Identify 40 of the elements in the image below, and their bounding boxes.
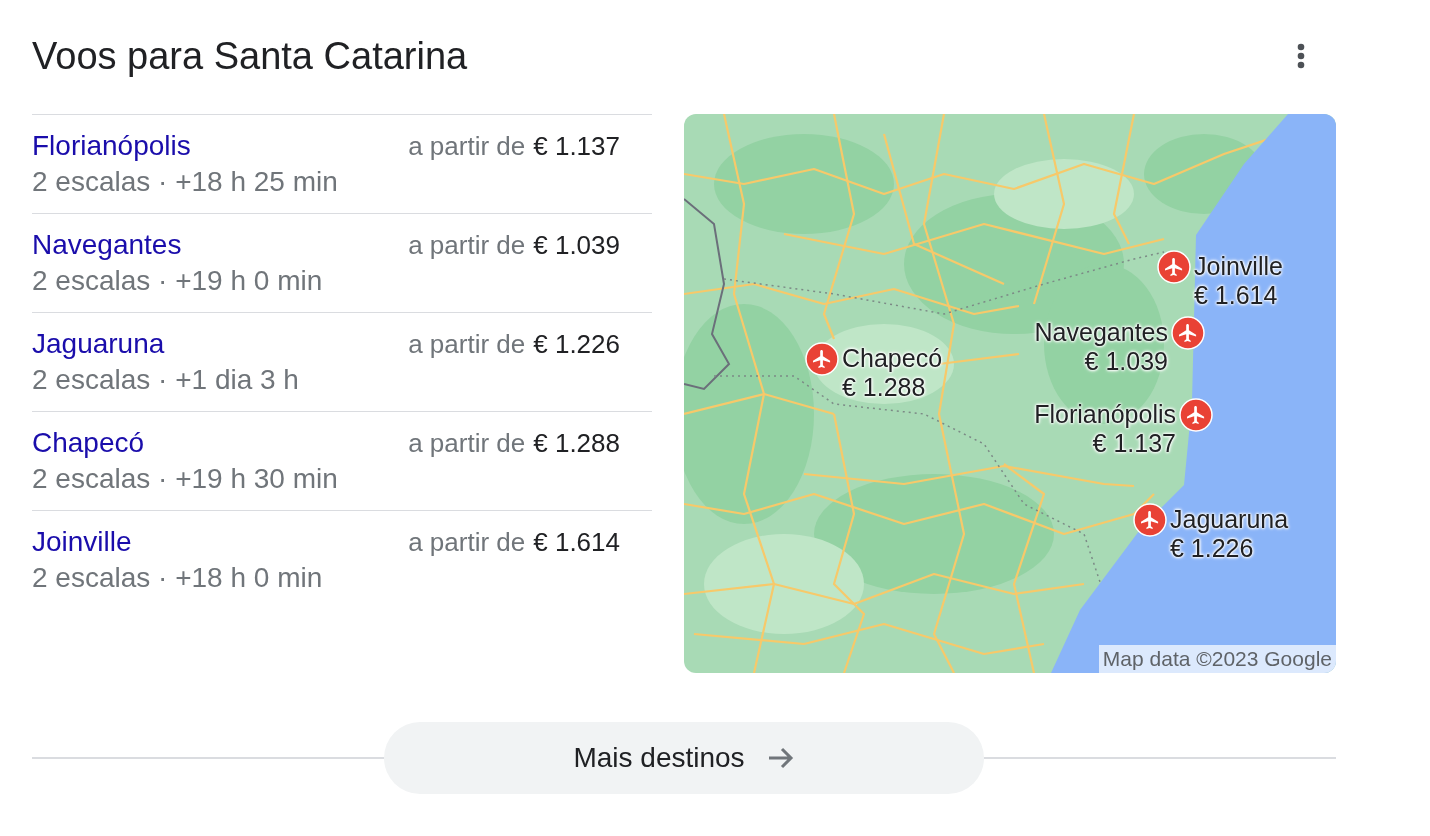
airplane-marker-icon[interactable]	[805, 342, 839, 376]
price-value: € 1.614	[533, 526, 620, 559]
destination-link[interactable]: Florianópolis	[32, 128, 191, 164]
airplane-marker-icon[interactable]	[1157, 250, 1191, 284]
map-attribution: Map data ©2023 Google	[1098, 645, 1336, 673]
flight-details: 2 escalas · +18 h 0 min	[32, 561, 323, 595]
place-name-label: Joinville	[1194, 252, 1283, 281]
more-vert-icon	[1297, 43, 1305, 69]
place-price-label: € 1.614	[1194, 281, 1278, 310]
place-price-label: € 1.226	[1170, 534, 1254, 563]
price-value: € 1.226	[533, 328, 620, 361]
price-value: € 1.288	[533, 427, 620, 460]
card-title: Voos para Santa Catarina	[32, 34, 468, 79]
place-name-label: Chapecó	[842, 344, 943, 373]
airplane-marker-icon[interactable]	[1171, 316, 1205, 350]
price-prefix: a partir de	[408, 229, 526, 262]
destination-link[interactable]: Joinville	[32, 524, 132, 560]
more-destinations-button[interactable]: Mais destinos	[384, 722, 984, 794]
airplane-marker-icon[interactable]	[1179, 398, 1213, 432]
airplane-marker-icon[interactable]	[1133, 503, 1167, 537]
price-prefix: a partir de	[408, 526, 526, 559]
price-prefix: a partir de	[408, 130, 526, 163]
price-prefix: a partir de	[408, 328, 526, 361]
place-name-label: Jaguaruna	[1170, 505, 1289, 534]
destination-link[interactable]: Jaguaruna	[32, 326, 165, 362]
place-name-label: Florianópolis	[1034, 400, 1176, 429]
place-name-label: Navegantes	[1034, 318, 1168, 347]
place-price-label: € 1.039	[1084, 347, 1168, 376]
price-value: € 1.039	[533, 229, 620, 262]
place-price-label: € 1.288	[842, 373, 926, 402]
destination-link[interactable]: Navegantes	[32, 227, 182, 263]
price-prefix: a partir de	[408, 427, 526, 460]
flight-details: 2 escalas · +19 h 30 min	[32, 462, 338, 496]
arrow-right-icon	[766, 746, 795, 770]
price-value: € 1.137	[533, 130, 620, 163]
flight-details: 2 escalas · +18 h 25 min	[32, 165, 338, 199]
flight-details: 2 escalas · +19 h 0 min	[32, 264, 323, 298]
flight-details: 2 escalas · +1 dia 3 h	[32, 363, 299, 397]
place-price-label: € 1.137	[1092, 429, 1176, 458]
destination-link[interactable]: Chapecó	[32, 425, 145, 461]
